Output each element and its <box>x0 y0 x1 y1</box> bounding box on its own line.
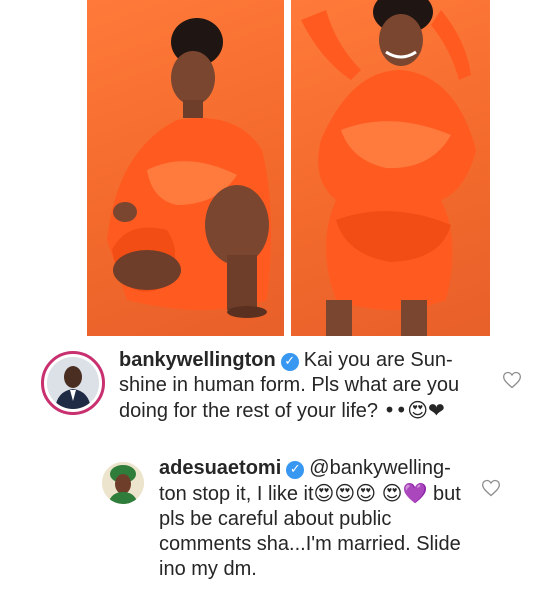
post-photo-2[interactable] <box>291 0 490 336</box>
comment-emojis: ••😍❤ <box>383 398 445 422</box>
photo-illustration-standing <box>301 0 476 336</box>
comment-emojis-2: 😍💜 <box>381 481 428 505</box>
post-photo-1[interactable] <box>87 0 284 336</box>
post-photo-carousel[interactable] <box>0 0 553 340</box>
avatar[interactable] <box>41 351 105 415</box>
photo-illustration-crouching <box>107 18 271 318</box>
comment-emojis-1: 😍😍😍 <box>313 481 377 505</box>
comment-username[interactable]: adesuaetomi <box>159 457 281 479</box>
verified-badge-icon: ✓ <box>286 461 305 479</box>
avatar[interactable] <box>102 462 144 504</box>
comment-username[interactable]: bankywellington <box>119 349 276 371</box>
avatar-image <box>102 462 144 504</box>
like-heart-icon[interactable] <box>481 478 501 498</box>
avatar-image <box>47 357 99 409</box>
verified-badge-icon: ✓ <box>280 353 299 371</box>
comment-text-block: bankywellington ✓ Kai you are Sun-shine in… <box>119 348 489 424</box>
like-heart-icon[interactable] <box>502 370 522 390</box>
comment-text-block: adesuaetomi ✓ @bankywelling-ton stop it, I… <box>159 456 477 582</box>
